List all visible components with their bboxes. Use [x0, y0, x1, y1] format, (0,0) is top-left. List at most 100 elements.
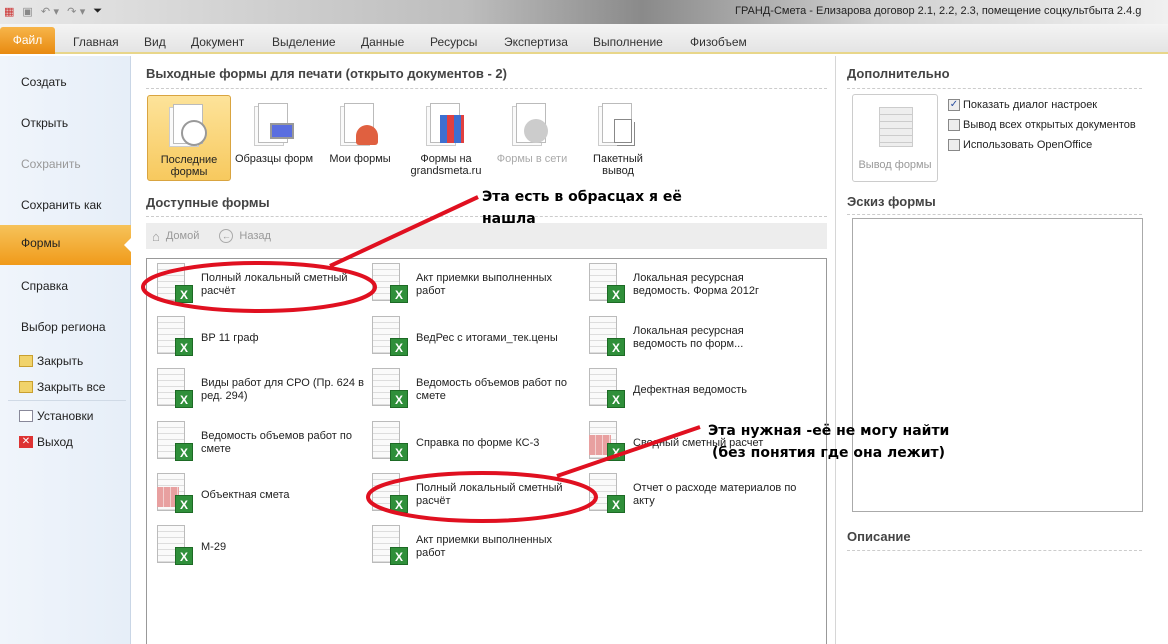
form-item-label: Ведомость объемов работ по смете [416, 377, 567, 402]
divider [847, 88, 1142, 89]
sidebar-item-close-all[interactable]: Закрыть все [19, 380, 105, 394]
source-network-forms[interactable]: Формы в сети [490, 95, 574, 181]
form-item[interactable]: X Ведомость объемов работ по смете [155, 419, 365, 467]
form-item[interactable]: X Объектная смета [155, 471, 365, 519]
blocks-icon [440, 115, 464, 143]
back-icon[interactable]: ← [219, 229, 234, 243]
tab-document[interactable]: Документ [191, 35, 244, 49]
checkbox-openoffice[interactable]: Использовать OpenOffice [948, 139, 1092, 151]
excel-form-icon: X [155, 421, 195, 465]
form-item-label: Полный локальный сметный расчёт [201, 272, 348, 297]
source-grandsmeta-forms[interactable]: Формы на grandsmeta.ru [404, 95, 488, 181]
form-item-label: Акт приемки выполненных работ [416, 534, 553, 559]
available-forms-title: Доступные формы [146, 195, 270, 210]
checkbox-all-documents[interactable]: Вывод всех открытых документов [948, 119, 1136, 131]
home-link[interactable]: Домой [166, 230, 200, 242]
source-my-forms[interactable]: Мои формы [318, 95, 402, 181]
tab-home[interactable]: Главная [73, 35, 119, 49]
sidebar-item-region[interactable]: Выбор региона [21, 320, 106, 334]
quick-access-toolbar: ▦ ▣ ↶ ▾ ↷ ▾ ⏷ [4, 4, 102, 18]
save-icon[interactable]: ▣ [22, 5, 32, 18]
folder-icon [19, 355, 33, 367]
form-item-label: ВедРес с итогами_тек.цены [416, 331, 558, 344]
label: Пакетный вывод [593, 153, 643, 177]
forms-panel: Выходные формы для печати (открыто докум… [132, 56, 835, 644]
sidebar-item-save[interactable]: Сохранить [21, 157, 81, 171]
form-item[interactable]: X М-29 [155, 523, 365, 571]
excel-form-icon: X [370, 473, 410, 517]
form-item-label: Локальная ресурсная ведомость по форм... [633, 325, 744, 350]
excel-form-icon: X [370, 368, 410, 412]
tab-resources[interactable]: Ресурсы [430, 35, 477, 49]
tab-execution[interactable]: Выполнение [593, 35, 663, 49]
form-item[interactable]: X Полный локальный сметный расчёт [155, 261, 365, 309]
sketch-title: Эскиз формы [847, 194, 936, 209]
tab-selection[interactable]: Выделение [272, 35, 336, 49]
source-batch-output[interactable]: Пакетный вывод [576, 95, 660, 181]
label: Закрыть все [37, 380, 106, 394]
app-icon: ▦ [4, 4, 15, 18]
exit-icon: ✕ [19, 436, 33, 448]
tab-view[interactable]: Вид [144, 35, 166, 49]
form-item[interactable]: X Акт приемки выполненных работ [370, 261, 580, 309]
form-item[interactable]: X Справка по форме КС-3 [370, 419, 580, 467]
form-item-label: Объектная смета [201, 488, 290, 501]
checkbox-show-settings[interactable]: ✓ Показать диалог настроек [948, 99, 1097, 111]
form-item-label: М-29 [201, 540, 227, 553]
sidebar-item-create[interactable]: Создать [21, 75, 67, 89]
sidebar-item-settings[interactable]: Установки [19, 409, 93, 423]
label: Вывод всех открытых документов [963, 119, 1136, 131]
form-item[interactable]: X Полный локальный сметный расчёт [370, 471, 580, 519]
sidebar-item-forms[interactable]: Формы [0, 225, 132, 265]
form-item[interactable]: X Отчет о расходе материалов по акту [587, 471, 797, 519]
form-item[interactable]: X ВР 11 граф [155, 314, 365, 362]
annotation-note-found: Эта есть в обрасцах я её нашла [482, 189, 682, 227]
form-item[interactable]: X Локальная ресурсная ведомость. Форма 20… [587, 261, 797, 309]
excel-form-icon: X [587, 316, 627, 360]
settings-list-icon [19, 410, 33, 422]
form-item[interactable]: X Виды работ для СРО (Пр. 624 в ред. 294) [155, 366, 365, 414]
form-item[interactable]: X Локальная ресурсная ведомость по форм..… [587, 314, 797, 362]
sidebar-item-close[interactable]: Закрыть [19, 354, 83, 368]
globe-icon [524, 119, 548, 143]
description-title: Описание [847, 529, 911, 544]
customize-qat-icon[interactable]: ⏷ [93, 4, 102, 18]
excel-form-icon: X [370, 316, 410, 360]
undo-icon[interactable]: ↶ ▾ [41, 5, 59, 18]
form-item-label: Ведомость объемов работ по смете [201, 430, 352, 455]
form-item[interactable]: X Акт приемки выполненных работ [370, 523, 580, 571]
checkbox[interactable] [948, 119, 960, 131]
sidebar-item-help[interactable]: Справка [21, 279, 68, 293]
form-item[interactable]: X Ведомость объемов работ по смете [370, 366, 580, 414]
label: Выход [37, 435, 73, 449]
checkbox[interactable]: ✓ [948, 99, 960, 111]
form-item[interactable]: X Дефектная ведомость [587, 366, 797, 414]
tab-data[interactable]: Данные [361, 35, 404, 49]
tab-physical-volume[interactable]: Физобъем [690, 35, 747, 49]
checkbox[interactable] [948, 139, 960, 151]
form-item[interactable]: X ВедРес с итогами_тек.цены [370, 314, 580, 362]
divider [8, 400, 126, 401]
home-icon[interactable]: ⌂ [152, 229, 160, 244]
tab-expertise[interactable]: Экспертиза [504, 35, 568, 49]
redo-icon[interactable]: ↷ ▾ [67, 5, 85, 18]
sidebar-item-exit[interactable]: ✕ Выход [19, 435, 73, 449]
extra-title: Дополнительно [847, 66, 950, 81]
label: Закрыть [37, 354, 84, 368]
source-recent-forms[interactable]: Последние формы [147, 95, 231, 181]
excel-form-icon: X [155, 368, 195, 412]
monitor-icon [270, 123, 294, 139]
sidebar-item-save-as[interactable]: Сохранить как [21, 198, 101, 212]
excel-form-icon: X [587, 263, 627, 307]
output-form-button[interactable]: Вывод формы [852, 94, 938, 182]
excel-form-icon: X [370, 263, 410, 307]
excel-form-icon: X [370, 525, 410, 569]
back-link[interactable]: Назад [239, 230, 271, 242]
excel-form-icon: X [587, 368, 627, 412]
source-sample-forms[interactable]: Образцы форм [232, 95, 316, 181]
label: Образцы форм [234, 153, 314, 165]
sidebar-item-open[interactable]: Открыть [21, 116, 68, 130]
ribbon-tabs: Файл Главная Вид Документ Выделение Данн… [0, 24, 1168, 54]
tab-file[interactable]: Файл [0, 27, 55, 54]
excel-form-icon: X [587, 473, 627, 517]
